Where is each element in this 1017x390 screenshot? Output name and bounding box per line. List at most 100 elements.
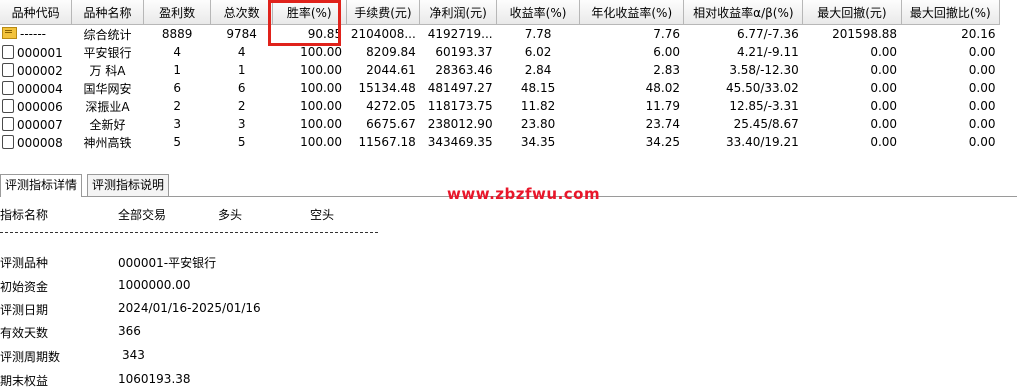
grid-header-row: 品种代码 品种名称 盈利数 总次数 胜率(%) 手续费(元) 净利润(元) 收益率(%) 年化收… — [0, 0, 1001, 25]
detail-row-evaluated-symbol: 评测品种 000001-平安银行 — [0, 254, 400, 272]
col-symbol-code-header[interactable]: 品种代码 — [0, 0, 73, 25]
max-drawdown-ratio-cell: 0.00 — [968, 81, 996, 95]
symbol-name-cell: 综合统计 — [83, 27, 132, 42]
header-long: 多头 — [218, 208, 243, 222]
net-profit-cell: 4192719... — [427, 27, 493, 41]
header-short: 空头 — [310, 208, 335, 222]
win-count-cell: 3 — [173, 117, 181, 131]
annual-return-cell: 2.83 — [653, 63, 680, 77]
checkbox-icon[interactable] — [2, 44, 14, 59]
symbol-name-cell: 国华网安 — [83, 81, 132, 96]
symbol-code-cell: 000006 — [0, 97, 72, 115]
net-profit-cell: 481497.27 — [427, 81, 493, 95]
win-rate-cell: 100.00 — [300, 45, 343, 59]
annual-return-cell: 7.76 — [653, 27, 680, 41]
table-row[interactable]: 000002 万 科A 1 1 100.00 2044.61 28363.46 2.84 2.8… — [0, 61, 1000, 79]
fee-cell: 11567.18 — [358, 135, 416, 149]
fee-cell: 15134.48 — [358, 81, 416, 95]
total-count-cell: 3 — [237, 117, 246, 131]
symbol-code-text: 000006 — [17, 99, 63, 114]
max-drawdown-cell: 0.00 — [870, 63, 898, 77]
symbol-name-cell: 深振业A — [85, 99, 130, 114]
net-profit-cell: 238012.90 — [427, 117, 493, 131]
relative-return-cell: 45.50/33.02 — [726, 81, 799, 95]
table-row[interactable]: 000001 平安银行 4 4 100.00 8209.84 60193.37 6.02 6.0… — [0, 43, 1000, 61]
max-drawdown-cell: 0.00 — [870, 117, 898, 131]
win-count-cell: 4 — [173, 45, 181, 59]
return-rate-cell: 11.82 — [520, 99, 556, 113]
detail-panel: 指标名称 全部交易 多头 空头 评测品种 000001-平安银行 初始资金 10… — [0, 198, 1017, 388]
relative-return-cell: 12.85/-3.31 — [729, 99, 799, 113]
annual-return-cell: 23.74 — [645, 117, 680, 131]
fee-cell: 6675.67 — [366, 117, 416, 131]
symbol-code-cell: 000008 — [0, 133, 72, 151]
symbol-name-cell: 平安银行 — [83, 45, 132, 60]
win-rate-cell: 90.85 — [307, 27, 343, 41]
symbol-name-cell: 万 科A — [89, 63, 126, 78]
symbol-code-cell: 000002 — [0, 61, 72, 79]
win-rate-cell: 100.00 — [300, 135, 343, 149]
col-symbol-name-header[interactable]: 品种名称 — [71, 0, 144, 25]
fee-cell: 2044.61 — [366, 63, 416, 77]
col-fee-header[interactable]: 手续费(元) — [346, 0, 421, 25]
max-drawdown-ratio-cell: 0.00 — [968, 135, 996, 149]
symbol-name-cell: 全新好 — [89, 117, 126, 132]
total-count-cell: 2 — [237, 99, 246, 113]
col-max-drawdown-header[interactable]: 最大回撤(元) — [802, 0, 902, 25]
max-drawdown-cell: 0.00 — [870, 45, 898, 59]
checkbox-icon[interactable] — [2, 80, 14, 95]
annual-return-cell: 34.25 — [645, 135, 680, 149]
max-drawdown-cell: 0.00 — [870, 81, 898, 95]
dashed-divider — [0, 232, 378, 233]
table-row[interactable]: 000006 深振业A 2 2 100.00 4272.05 118173.75 11.82 1… — [0, 97, 1000, 115]
col-return-rate-header[interactable]: 收益率(%) — [496, 0, 581, 25]
fee-cell: 2104008... — [350, 27, 416, 41]
max-drawdown-ratio-cell: 20.16 — [961, 27, 996, 41]
total-count-cell: 4 — [237, 45, 246, 59]
net-profit-cell: 343469.35 — [427, 135, 493, 149]
col-relative-return-header[interactable]: 相对收益率α/β(%) — [683, 0, 804, 25]
net-profit-cell: 60193.37 — [435, 45, 493, 59]
table-row[interactable]: 000007 全新好 3 3 100.00 6675.67 238012.90 23.80 23… — [0, 115, 1000, 133]
col-net-profit-header[interactable]: 净利润(元) — [419, 0, 498, 25]
fee-cell: 8209.84 — [366, 45, 416, 59]
checkbox-icon[interactable] — [2, 116, 14, 131]
col-max-drawdown-ratio-header[interactable]: 最大回撤比(%) — [901, 0, 1001, 25]
col-win-count-header[interactable]: 盈利数 — [143, 0, 212, 25]
relative-return-cell: 33.40/19.21 — [726, 135, 799, 149]
col-win-rate-header[interactable]: 胜率(%) — [272, 0, 347, 25]
detail-row-initial-capital: 初始资金 1000000.00 — [0, 278, 400, 296]
relative-return-cell: 4.21/-9.11 — [736, 45, 799, 59]
detail-row-ending-equity: 期末权益 1060193.38 — [0, 372, 400, 390]
table-row[interactable]: 000004 国华网安 6 6 100.00 15134.48 481497.27 48.15… — [0, 79, 1000, 97]
checkbox-icon[interactable] — [2, 62, 14, 77]
checkbox-icon[interactable] — [2, 98, 14, 113]
results-table: 品种代码 品种名称 盈利数 总次数 胜率(%) 手续费(元) 净利润(元) 收益率(%) 年化收… — [0, 0, 1001, 151]
col-annual-return-header[interactable]: 年化收益率(%) — [579, 0, 685, 25]
max-drawdown-cell: 0.00 — [870, 99, 898, 113]
col-total-count-header[interactable]: 总次数 — [210, 0, 273, 25]
total-count-cell: 9784 — [226, 27, 257, 41]
win-count-cell: 1 — [173, 63, 181, 77]
symbol-code-text: 000001 — [17, 45, 63, 60]
symbol-code-text: 000004 — [17, 81, 63, 96]
symbol-name-cell: 神州高铁 — [83, 135, 132, 150]
table-row[interactable]: ------ 综合统计 8889 9784 90.85 2104008... 4192719… — [0, 25, 1000, 44]
total-count-cell: 5 — [237, 135, 246, 149]
detail-value: 2024/01/16-2025/01/16 — [118, 301, 261, 315]
checkbox-icon[interactable] — [2, 134, 14, 149]
detail-row-evaluation-date: 评测日期 2024/01/16-2025/01/16 — [0, 301, 400, 319]
tab-evaluation-details[interactable]: 评测指标详情 — [0, 174, 83, 197]
detail-row-valid-days: 有效天数 366 — [0, 324, 400, 342]
tab-evaluation-description[interactable]: 评测指标说明 — [87, 174, 170, 196]
detail-row-period-count: 评测周期数 343 — [0, 348, 400, 366]
return-rate-cell: 23.80 — [520, 117, 556, 131]
table-row[interactable]: 000008 神州高铁 5 5 100.00 11567.18 343469.35 34.35… — [0, 133, 1000, 151]
max-drawdown-ratio-cell: 0.00 — [968, 63, 996, 77]
win-rate-cell: 100.00 — [300, 81, 343, 95]
relative-return-cell: 3.58/-12.30 — [729, 63, 799, 77]
symbol-code-text: ------ — [20, 27, 46, 41]
symbol-code-cell: 000007 — [0, 115, 72, 133]
annual-return-cell: 6.00 — [653, 45, 680, 59]
detail-label: 评测品种 — [0, 256, 49, 270]
